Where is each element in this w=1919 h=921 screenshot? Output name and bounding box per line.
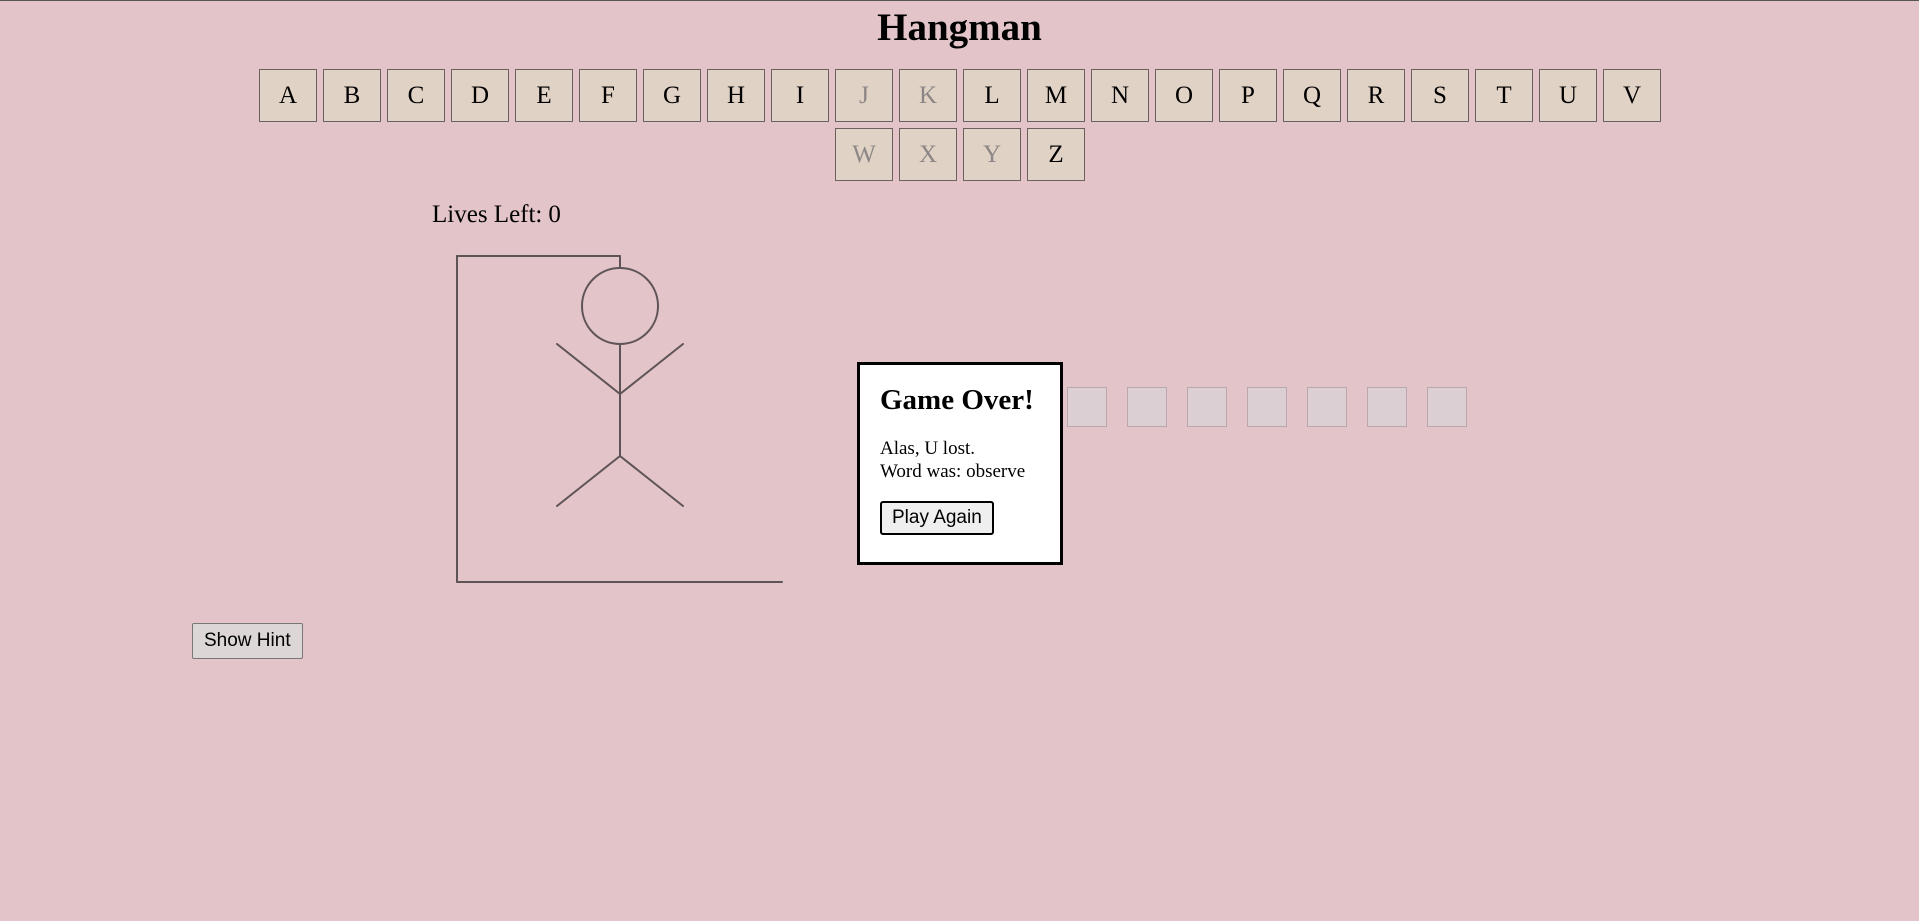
letter-key-w[interactable]: W bbox=[835, 128, 893, 181]
letter-slot bbox=[1307, 387, 1347, 427]
letter-key-f[interactable]: F bbox=[579, 69, 637, 122]
letter-key-m[interactable]: M bbox=[1027, 69, 1085, 122]
lives-value: 0 bbox=[548, 201, 561, 228]
page-title: Hangman bbox=[877, 6, 1042, 49]
letter-key-j[interactable]: J bbox=[835, 69, 893, 122]
letter-slot bbox=[1367, 387, 1407, 427]
letter-key-g[interactable]: G bbox=[643, 69, 701, 122]
letter-key-i[interactable]: I bbox=[771, 69, 829, 122]
letter-key-o[interactable]: O bbox=[1155, 69, 1213, 122]
letter-key-y[interactable]: Y bbox=[963, 128, 1021, 181]
letter-key-x[interactable]: X bbox=[899, 128, 957, 181]
letter-key-d[interactable]: D bbox=[451, 69, 509, 122]
letter-slot bbox=[1067, 387, 1107, 427]
letter-key-a[interactable]: A bbox=[259, 69, 317, 122]
letter-key-c[interactable]: C bbox=[387, 69, 445, 122]
hangman-right-arm bbox=[619, 343, 684, 395]
letter-key-l[interactable]: L bbox=[963, 69, 1021, 122]
lives-label: Lives Left: bbox=[432, 201, 543, 228]
letter-key-k[interactable]: K bbox=[899, 69, 957, 122]
letter-slot bbox=[1247, 387, 1287, 427]
letter-key-v[interactable]: V bbox=[1603, 69, 1661, 122]
letter-keyboard: ABCDEFGHIJKLMNOPQRSTUV WXYZ bbox=[230, 69, 1690, 181]
letter-key-b[interactable]: B bbox=[323, 69, 381, 122]
dialog-title: Game Over! bbox=[880, 384, 1034, 416]
loss-message: Alas, U lost. bbox=[880, 438, 975, 459]
revealed-word: Word was: observe bbox=[880, 461, 1026, 482]
hangman-right-leg bbox=[619, 455, 684, 507]
letter-key-p[interactable]: P bbox=[1219, 69, 1277, 122]
letter-key-t[interactable]: T bbox=[1475, 69, 1533, 122]
letter-slot bbox=[1187, 387, 1227, 427]
hangman-left-leg bbox=[556, 455, 621, 507]
letter-key-q[interactable]: Q bbox=[1283, 69, 1341, 122]
letter-key-u[interactable]: U bbox=[1539, 69, 1597, 122]
letter-key-n[interactable]: N bbox=[1091, 69, 1149, 122]
show-hint-button[interactable]: Show Hint bbox=[192, 623, 303, 659]
letter-key-r[interactable]: R bbox=[1347, 69, 1405, 122]
hangman-drawing bbox=[456, 255, 783, 583]
word-slots bbox=[1067, 387, 1467, 427]
letter-slot bbox=[1427, 387, 1467, 427]
letter-key-z[interactable]: Z bbox=[1027, 128, 1085, 181]
letter-key-s[interactable]: S bbox=[1411, 69, 1469, 122]
game-over-dialog: Game Over! Alas, U lost. Word was: obser… bbox=[857, 362, 1063, 565]
hangman-head bbox=[581, 267, 659, 345]
letter-key-e[interactable]: E bbox=[515, 69, 573, 122]
hangman-left-arm bbox=[556, 343, 621, 395]
play-again-button[interactable]: Play Again bbox=[880, 501, 994, 535]
letter-slot bbox=[1127, 387, 1167, 427]
letter-key-h[interactable]: H bbox=[707, 69, 765, 122]
lives-left: Lives Left: 0 bbox=[432, 199, 561, 231]
